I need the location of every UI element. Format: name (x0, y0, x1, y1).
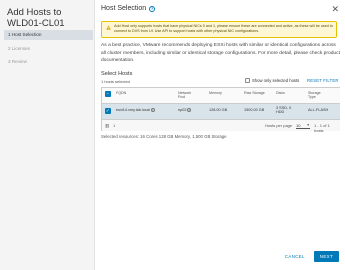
step-licenses[interactable]: 2 Licenses (4, 44, 93, 54)
datagrid-footer: ▥ 1 Hosts per page 10 ▾ 1 - 1 of 1 hosts (102, 120, 340, 133)
close-icon[interactable]: ✕ (331, 4, 339, 15)
row-memory: 128.00 GB (209, 108, 228, 112)
warning-alert: Add Host only supports hosts that have p… (101, 21, 337, 38)
row-disks: 3 SSD, 0 HDD (276, 106, 292, 115)
warning-icon (106, 24, 111, 30)
row-fqdn: esxi14.vmy.lab.local i (116, 108, 155, 112)
page-title-text: Host Selection (101, 5, 147, 12)
cancel-button[interactable]: CANCEL (281, 251, 309, 262)
column-header-network-pool[interactable]: Network Pool (178, 91, 198, 100)
warning-text: Add Host only supports hosts that have p… (114, 24, 333, 33)
datagrid-header: − FQDN Network Pool Memory Raw Storage D… (102, 88, 340, 104)
column-header-storage-type[interactable]: Storage Type (308, 91, 328, 100)
footer-count: 1 (113, 123, 116, 128)
show-only-selected-toggle[interactable]: Show only selected hosts (245, 78, 299, 83)
step-review[interactable]: 3 Review (4, 57, 93, 67)
show-only-selected-label: Show only selected hosts (252, 78, 300, 83)
wizard-main: Host Selection ? ✕ Add Host only support… (95, 0, 345, 270)
step-host-selection[interactable]: 1 Host Selection (4, 30, 93, 40)
column-header-disks[interactable]: Disks (276, 91, 285, 95)
column-header-fqdn[interactable]: FQDN (116, 91, 126, 95)
hosts-datagrid: − FQDN Network Pool Memory Raw Storage D… (101, 87, 340, 133)
chevron-down-icon: ▾ (307, 123, 309, 127)
reset-filter-button[interactable]: RESET FILTER (307, 78, 339, 83)
select-all-checkbox[interactable]: − (105, 91, 111, 97)
help-icon[interactable]: ? (149, 5, 156, 12)
row-storage-type: ALL-FLASH (308, 108, 329, 112)
show-only-selected-checkbox[interactable] (245, 78, 250, 83)
info-icon[interactable]: i (150, 108, 155, 112)
hosts-per-page-label: Hosts per page (265, 123, 293, 128)
page-title: Host Selection ? (101, 5, 156, 12)
table-row[interactable]: ✓ esxi14.vmy.lab.local i np02 i 128.00 GB … (102, 104, 340, 120)
wizard-title: Add Hosts to WLD01-CL01 (7, 7, 65, 29)
select-hosts-title: Select Hosts (101, 71, 133, 77)
column-toggle-icon[interactable]: ▥ (105, 123, 109, 129)
wizard-footer: CANCEL NEXT (281, 251, 339, 262)
column-header-raw-storage[interactable]: Raw Storage (244, 91, 265, 95)
row-raw-storage: 1500.00 GB (244, 108, 265, 112)
info-icon[interactable]: i (187, 108, 192, 112)
pagination-range: 1 - 1 of 1 hosts (314, 123, 330, 133)
wizard-sidebar: Add Hosts to WLD01-CL01 1 Host Selection… (0, 0, 95, 270)
next-button[interactable]: NEXT (313, 251, 339, 262)
hosts-selected-count: 1 hosts selected (101, 79, 130, 84)
description-text: As a best practice, VMware recommends de… (101, 43, 340, 64)
row-network-pool: np02 i (178, 108, 192, 112)
column-header-memory[interactable]: Memory (209, 91, 222, 95)
hosts-per-page-select[interactable]: 10 ▾ (296, 122, 310, 129)
row-checkbox[interactable]: ✓ (105, 108, 111, 114)
selected-resources-summary: Selected resources: 16 Cores 128 GB Memo… (101, 134, 227, 139)
